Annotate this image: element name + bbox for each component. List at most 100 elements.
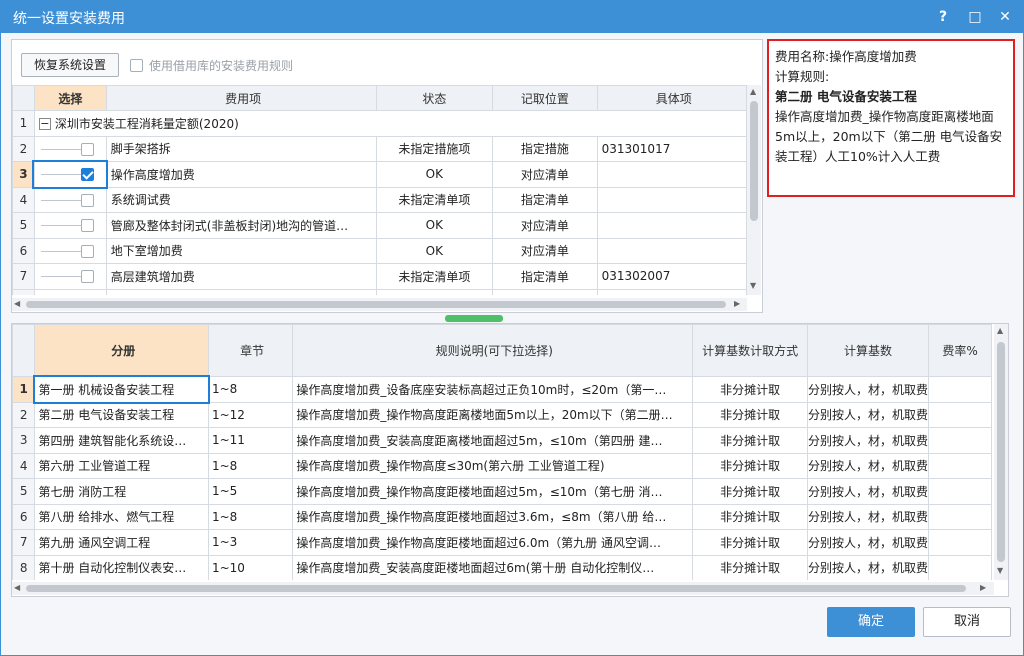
rules-table-row[interactable]: 3 第四册 建筑智能化系统设… 1~11 操作高度增加费_安装高度距离楼地面超过5m，…: [12, 427, 992, 454]
position-cell[interactable]: 指定清单: [492, 263, 598, 290]
calc-base-cell[interactable]: 分别按人，材，机取费: [807, 503, 930, 530]
calc-mode-cell[interactable]: 非分摊计取: [692, 401, 809, 428]
ok-button[interactable]: 确定: [827, 607, 915, 637]
rate-cell[interactable]: [928, 478, 992, 505]
column-header-status[interactable]: 状态: [375, 85, 494, 111]
rules-table-row[interactable]: 5 第七册 消防工程 1~5 操作高度增加费_操作物高度距楼地面超过5m，≤10m（第…: [12, 478, 992, 505]
rule-cell[interactable]: 操作高度增加费_操作物高度距离楼地面5m以上，20m以下（第二册…: [292, 401, 694, 428]
volume-cell[interactable]: 第七册 消防工程: [34, 478, 209, 505]
calc-mode-cell[interactable]: 非分摊计取: [692, 554, 809, 580]
maximize-icon[interactable]: □: [963, 5, 987, 29]
calc-mode-cell[interactable]: 非分摊计取: [692, 427, 809, 454]
rate-cell[interactable]: [928, 554, 992, 580]
fee-table-vertical-scrollbar[interactable]: ▲ ▼: [747, 85, 761, 295]
status-cell[interactable]: 未指定清单项: [375, 263, 494, 290]
rule-cell[interactable]: 操作高度增加费_设备底座安装标高超过正负10m时，≤20m（第一…: [292, 376, 694, 403]
rules-table-horizontal-scrollbar[interactable]: ◀ ▶: [12, 582, 994, 595]
rate-cell[interactable]: [928, 452, 992, 479]
position-cell[interactable]: 对应清单: [492, 212, 598, 239]
row-checkbox[interactable]: [80, 142, 94, 156]
title-bar[interactable]: 统一设置安装费用 ? □ ✕: [1, 1, 1023, 33]
fee-table-horizontal-scrollbar[interactable]: ◀ ▶: [12, 298, 747, 311]
calc-mode-cell[interactable]: 非分摊计取: [692, 503, 809, 530]
volume-cell[interactable]: 第十册 自动化控制仪表安…: [34, 554, 209, 580]
rule-cell[interactable]: 操作高度增加费_安装高度距离楼地面超过5m，≤10m（第四册 建…: [292, 427, 694, 454]
column-header-calc-base[interactable]: 计算基数: [807, 324, 930, 377]
column-header-volume[interactable]: 分册: [34, 324, 209, 377]
column-header-fee-item[interactable]: 费用项: [105, 85, 377, 111]
rate-cell[interactable]: [928, 427, 992, 454]
select-cell[interactable]: [33, 135, 107, 162]
fee-name-cell[interactable]: 管廊及整体封闭式(非盖板封闭)地沟的管道…: [105, 212, 377, 239]
chapter-cell[interactable]: 1~11: [207, 427, 294, 454]
row-checkbox[interactable]: [80, 193, 94, 207]
use-library-option[interactable]: 使用借用库的安装费用规则: [130, 56, 293, 74]
status-cell[interactable]: OK: [375, 212, 494, 239]
volume-cell[interactable]: 第一册 机械设备安装工程: [32, 374, 211, 404]
fee-name-cell[interactable]: 脚手架搭拆: [105, 135, 377, 162]
column-header-chapter[interactable]: 章节: [207, 324, 294, 377]
scroll-down-icon[interactable]: ▼: [997, 566, 1003, 575]
chapter-cell[interactable]: 1~10: [207, 554, 294, 580]
detail-item-cell[interactable]: 031301011: [596, 288, 747, 295]
position-cell[interactable]: 指定清单: [492, 288, 598, 295]
rules-table-vertical-scrollbar[interactable]: ▲ ▼: [994, 324, 1008, 580]
rate-cell[interactable]: [928, 529, 992, 556]
column-header-select[interactable]: 选择: [33, 85, 107, 111]
calc-base-cell[interactable]: 分别按人，材，机取费: [807, 452, 930, 479]
column-header-rate[interactable]: 费率%: [928, 324, 992, 377]
chapter-cell[interactable]: 1~3: [207, 529, 294, 556]
collapse-toggle-icon[interactable]: −: [38, 118, 51, 131]
row-checkbox[interactable]: [80, 168, 94, 182]
rule-cell[interactable]: 操作高度增加费_操作物高度距楼地面超过6.0m（第九册 通风空调…: [292, 529, 694, 556]
calc-base-cell[interactable]: 分别按人，材，机取费: [807, 427, 930, 454]
fee-table-row[interactable]: 1− 深圳市安装工程消耗量定额(2020): [12, 110, 747, 137]
select-cell[interactable]: [33, 237, 107, 264]
chapter-cell[interactable]: 1~8: [207, 503, 294, 530]
rule-cell[interactable]: 操作高度增加费_操作物高度≤30m(第六册 工业管道工程): [292, 452, 694, 479]
scroll-down-icon[interactable]: ▼: [750, 281, 756, 290]
detail-item-cell[interactable]: [596, 161, 747, 188]
select-cell[interactable]: [33, 288, 107, 295]
rules-table-row[interactable]: 2 第二册 电气设备安装工程 1~12 操作高度增加费_操作物高度距离楼地面5m以上，…: [12, 401, 992, 428]
chapter-cell[interactable]: 1~12: [207, 401, 294, 428]
scroll-up-icon[interactable]: ▲: [997, 326, 1003, 335]
fee-table-row[interactable]: 4 系统调试费 未指定清单项 指定清单: [12, 186, 747, 213]
calc-base-cell[interactable]: 分别按人，材，机取费: [807, 529, 930, 556]
scroll-thumb[interactable]: [750, 101, 758, 221]
scroll-up-icon[interactable]: ▲: [750, 87, 756, 96]
cancel-button[interactable]: 取消: [923, 607, 1011, 637]
detail-item-cell[interactable]: [596, 186, 747, 213]
position-cell[interactable]: 对应清单: [492, 237, 598, 264]
scroll-thumb[interactable]: [26, 301, 726, 308]
calc-mode-cell[interactable]: 非分摊计取: [692, 478, 809, 505]
detail-item-cell[interactable]: 031302007: [596, 263, 747, 290]
rule-cell[interactable]: 操作高度增加费_安装高度距楼地面超过6m(第十册 自动化控制仪…: [292, 554, 694, 580]
rules-table-row[interactable]: 8 第十册 自动化控制仪表安… 1~10 操作高度增加费_安装高度距楼地面超过6m(第…: [12, 554, 992, 580]
position-cell[interactable]: 指定清单: [492, 186, 598, 213]
rules-table-row[interactable]: 6 第八册 给排水、燃气工程 1~8 操作高度增加费_操作物高度距楼地面超过3.6m，…: [12, 503, 992, 530]
fee-name-cell[interactable]: 地下室增加费: [105, 237, 377, 264]
rule-cell[interactable]: 操作高度增加费_操作物高度距楼地面超过5m，≤10m（第七册 消…: [292, 478, 694, 505]
volume-cell[interactable]: 第六册 工业管道工程: [34, 452, 209, 479]
column-header-calc-mode[interactable]: 计算基数计取方式: [692, 324, 809, 377]
volume-cell[interactable]: 第四册 建筑智能化系统设…: [34, 427, 209, 454]
chapter-cell[interactable]: 1~8: [207, 376, 294, 403]
calc-base-cell[interactable]: 分别按人，材，机取费: [807, 478, 930, 505]
position-cell[interactable]: 对应清单: [492, 161, 598, 188]
fee-table-row[interactable]: 3 操作高度增加费 OK 对应清单: [12, 159, 747, 189]
fee-name-cell[interactable]: 在有害环境增加费: [105, 288, 377, 295]
calc-base-cell[interactable]: 分别按人，材，机取费: [807, 554, 930, 580]
column-header-detail-item[interactable]: 具体项: [596, 85, 747, 111]
rule-cell[interactable]: 操作高度增加费_操作物高度距楼地面超过3.6m，≤8m（第八册 给…: [292, 503, 694, 530]
panel-splitter-handle[interactable]: [445, 315, 503, 322]
use-library-checkbox[interactable]: [130, 58, 143, 72]
row-checkbox[interactable]: [80, 270, 94, 284]
scroll-right-icon[interactable]: ▶: [980, 583, 986, 592]
volume-cell[interactable]: 第二册 电气设备安装工程: [34, 401, 209, 428]
restore-defaults-button[interactable]: 恢复系统设置: [21, 53, 119, 77]
detail-item-cell[interactable]: [596, 237, 747, 264]
volume-cell[interactable]: 第九册 通风空调工程: [34, 529, 209, 556]
calc-base-cell[interactable]: 分别按人，材，机取费: [807, 376, 930, 403]
fee-table-row[interactable]: 2 脚手架搭拆 未指定措施项 指定措施 031301017: [12, 135, 747, 162]
